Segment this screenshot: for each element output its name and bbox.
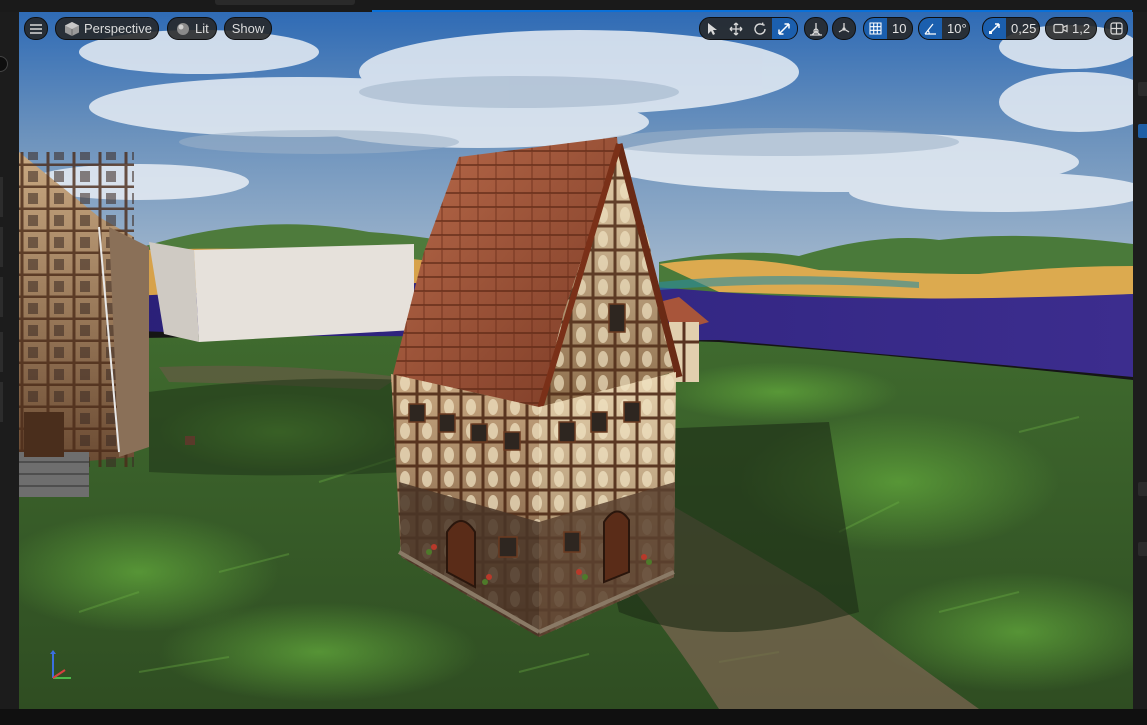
left-panel-edge <box>0 12 19 709</box>
editor-tab-stub[interactable] <box>215 0 355 5</box>
surface-snapping-icon <box>810 22 822 36</box>
view-mode-button[interactable]: Perspective <box>55 17 159 40</box>
panel-divider <box>0 177 3 217</box>
grid-snap-value: 10 <box>892 21 907 36</box>
translate-mode-button[interactable] <box>725 18 749 39</box>
editor-top-bar <box>0 0 1147 12</box>
hamburger-menu-icon <box>30 23 42 34</box>
world-local-coordinates-icon <box>838 22 850 33</box>
panel-toggle-icon[interactable] <box>0 56 8 72</box>
panel-divider <box>0 227 3 267</box>
show-flags-label: Show <box>231 21 265 36</box>
panel-divider <box>0 382 3 422</box>
show-flags-button[interactable]: Show <box>224 17 272 40</box>
grid-snap-icon <box>869 22 882 35</box>
camera-speed-value: 1,2 <box>1072 21 1091 36</box>
rotation-snap-toggle[interactable] <box>919 18 942 39</box>
panel-tab-icon[interactable] <box>1138 482 1147 496</box>
grid-snap-button[interactable]: 10 <box>863 17 913 40</box>
rotation-snap-icon <box>924 23 936 35</box>
camera-speed-icon <box>1053 23 1068 34</box>
grid-snap-toggle[interactable] <box>864 18 887 39</box>
right-panel-edge <box>1133 12 1147 709</box>
rotate-icon <box>754 22 766 35</box>
scale-snap-icon <box>989 23 1000 34</box>
lit-sphere-icon <box>177 22 189 35</box>
panel-expand-icon[interactable] <box>1138 124 1147 138</box>
scale-snap-toggle[interactable] <box>983 18 1006 39</box>
world-local-toggle-button[interactable] <box>832 17 856 40</box>
scale-snap-value: 0,25 <box>1011 21 1037 36</box>
rotate-mode-button[interactable] <box>748 18 772 39</box>
panel-divider <box>0 277 3 317</box>
select-cursor-icon <box>708 22 718 35</box>
translate-arrows-icon <box>729 22 743 35</box>
scale-icon <box>778 22 791 35</box>
surface-snapping-button[interactable] <box>804 17 828 40</box>
viewport-layout-button[interactable] <box>1104 17 1128 40</box>
perspective-cube-icon <box>65 21 79 36</box>
panel-collapse-icon[interactable] <box>1138 82 1147 96</box>
level-viewport[interactable]: Perspective Lit Show 10 10° 0,25 1,2 <box>19 12 1133 709</box>
scale-snap-button[interactable]: 0,25 <box>982 17 1040 40</box>
rotation-snap-value: 10° <box>947 21 967 36</box>
scale-mode-button[interactable] <box>771 18 797 39</box>
transform-tools-group <box>699 17 798 40</box>
scene-render[interactable] <box>19 12 1133 709</box>
view-mode-label: Perspective <box>84 21 152 36</box>
panel-tab-icon[interactable] <box>1138 542 1147 556</box>
viewport-layout-icon <box>1109 22 1123 35</box>
editor-bottom-bar <box>0 709 1147 725</box>
axis-gizmo-icon <box>50 650 71 679</box>
rotation-snap-button[interactable]: 10° <box>918 17 970 40</box>
lighting-mode-label: Lit <box>195 21 209 36</box>
panel-divider <box>0 332 3 372</box>
camera-speed-button[interactable]: 1,2 <box>1045 17 1097 40</box>
lighting-mode-button[interactable]: Lit <box>167 17 217 40</box>
select-mode-button[interactable] <box>700 18 725 39</box>
viewport-options-button[interactable] <box>24 17 48 40</box>
